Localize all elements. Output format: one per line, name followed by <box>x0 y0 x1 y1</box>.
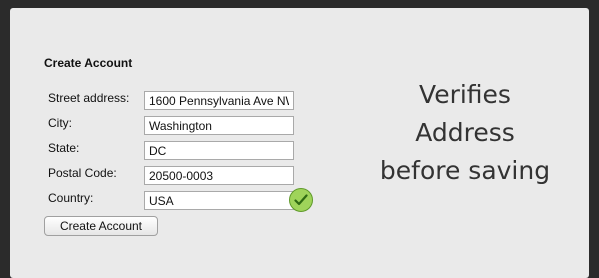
country-input[interactable] <box>144 191 294 210</box>
city-input[interactable] <box>144 116 294 135</box>
form-title: Create Account <box>44 56 133 70</box>
state-label: State: <box>48 141 80 155</box>
street-address-input[interactable] <box>144 91 294 110</box>
check-circle-icon <box>289 188 313 212</box>
checkmark-glyph <box>294 194 308 206</box>
caption-line: before saving <box>379 156 551 185</box>
caption-line: Address <box>415 118 515 147</box>
city-label: City: <box>48 116 72 130</box>
feature-caption: Verifies Address before saving <box>360 76 570 190</box>
caption-line: Verifies <box>419 80 511 109</box>
postal-code-label: Postal Code: <box>48 166 117 180</box>
state-input[interactable] <box>144 141 294 160</box>
create-account-button[interactable]: Create Account <box>44 216 158 236</box>
country-label: Country: <box>48 191 94 205</box>
street-address-label: Street address: <box>48 91 130 105</box>
postal-code-input[interactable] <box>144 166 294 185</box>
